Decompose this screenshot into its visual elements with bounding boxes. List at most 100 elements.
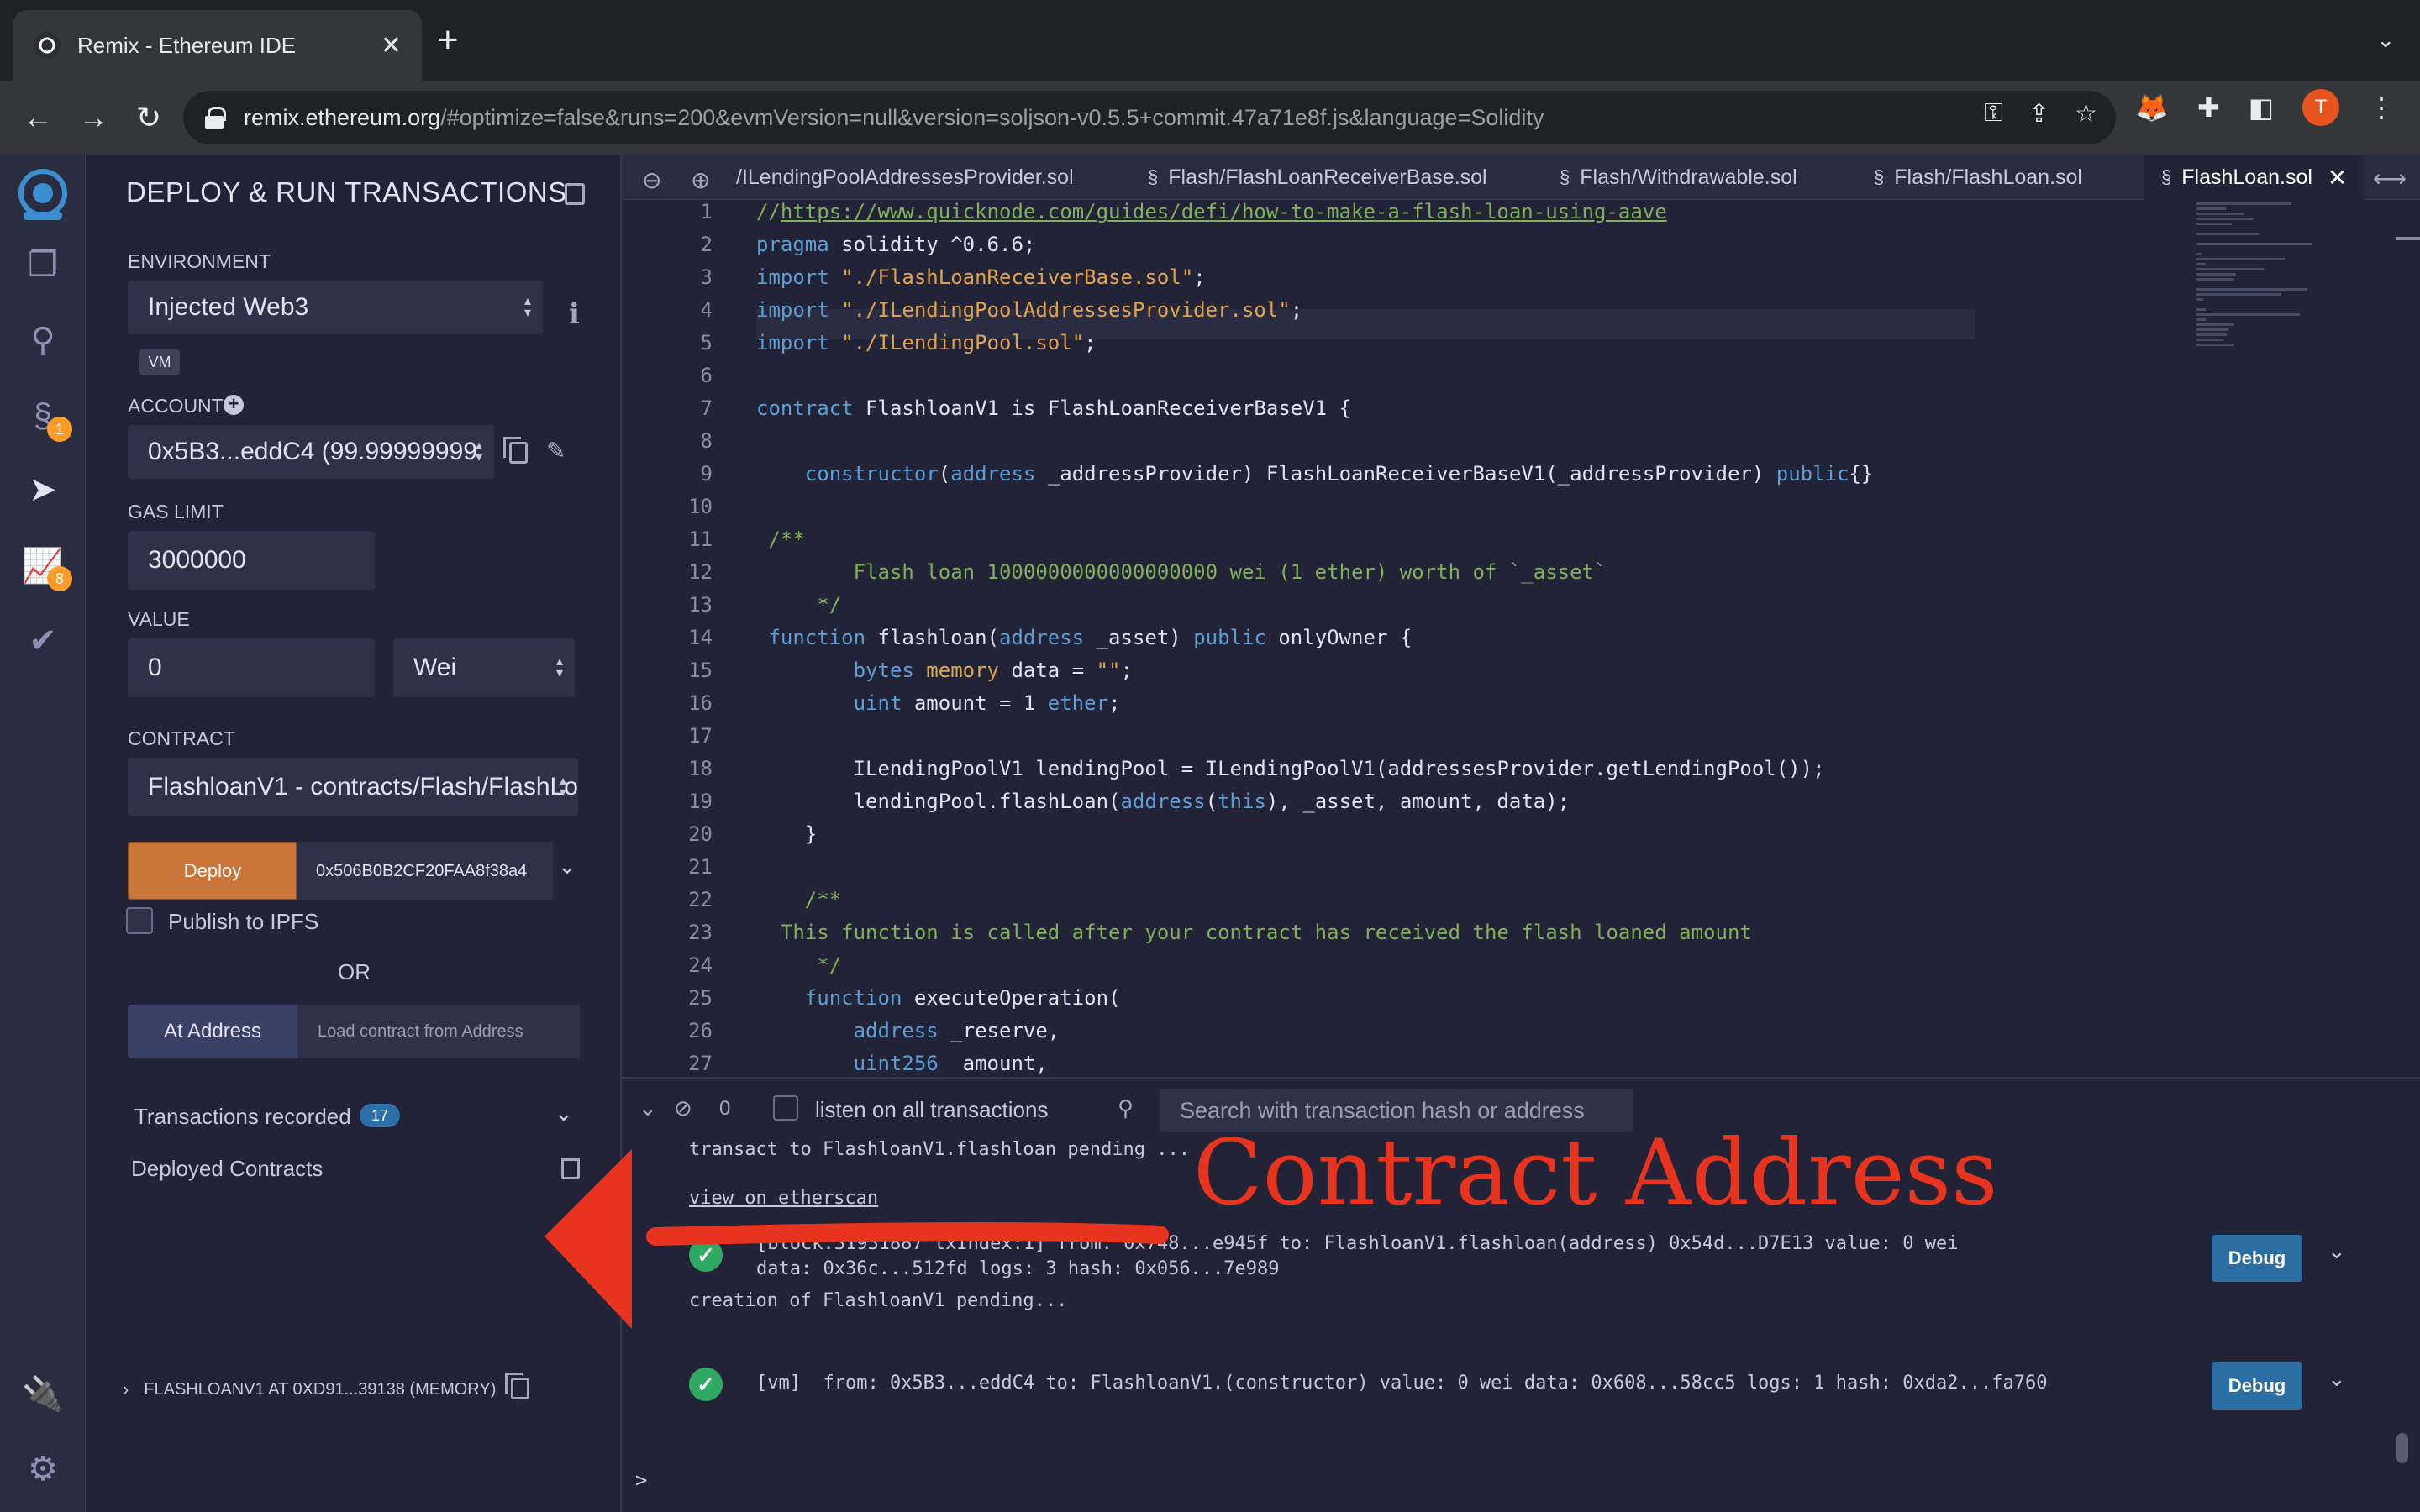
chevron-down-icon[interactable]: ⌄: [558, 853, 576, 879]
omnibox-icons: ⚿ ⇪ ☆: [1984, 99, 2097, 129]
at-address-input[interactable]: Load contract from Address: [297, 1005, 580, 1058]
transactions-recorded-label[interactable]: Transactions recorded: [134, 1104, 351, 1130]
compiler-badge: 1: [47, 417, 72, 442]
deploy-run-icon[interactable]: ➤: [0, 460, 86, 519]
line-number: 7: [700, 396, 713, 420]
key-icon[interactable]: ⚿: [1984, 99, 2003, 129]
address-bar[interactable]: remix.ethereum.org/#optimize=false&runs=…: [183, 91, 2116, 144]
value-unit-select[interactable]: Wei ▴ ▾: [393, 638, 575, 697]
testing-icon[interactable]: ✔: [0, 612, 86, 670]
documentation-icon[interactable]: [565, 183, 585, 205]
clear-console-icon[interactable]: ⊘: [674, 1095, 692, 1121]
minimap-row: [2196, 298, 2203, 301]
solidity-compiler-icon[interactable]: § 1: [0, 386, 86, 445]
gas-limit-input[interactable]: 3000000: [128, 531, 375, 590]
deploy-button[interactable]: Deploy: [128, 842, 297, 900]
forward-icon[interactable]: →: [66, 100, 121, 135]
copy-contract-address-icon[interactable]: [505, 1373, 529, 1399]
deployed-contract-label: FLASHLOANV1 AT 0XD91...39138 (MEMORY): [144, 1379, 497, 1399]
add-account-icon[interactable]: +: [224, 395, 244, 415]
code-line: uint amount = 1 ether;: [853, 691, 1121, 715]
expand-editor-icon[interactable]: ⟷: [2373, 165, 2407, 192]
zoom-in-icon[interactable]: ⊕: [691, 166, 710, 194]
new-tab-icon[interactable]: +: [437, 22, 459, 59]
chevron-down-icon[interactable]: ⌄: [555, 1100, 573, 1126]
code-line: lendingPool.flashLoan(address(this), _as…: [756, 790, 1570, 813]
deploy-params-input[interactable]: 0x506B0B2CF20FAA8f38a4: [297, 842, 553, 900]
tab-withdrawable[interactable]: § Flash/Withdrawable.sol: [1560, 155, 1797, 200]
minimap-row: [2196, 218, 2254, 220]
sidepanel-icon[interactable]: ◧: [2249, 92, 2274, 123]
line-number: 13: [688, 593, 713, 617]
settings-gear-icon[interactable]: ⚙: [0, 1440, 86, 1499]
line-number: 22: [688, 888, 713, 911]
zoom-out-icon[interactable]: ⊖: [642, 166, 661, 194]
terminal-scrollbar[interactable]: [2396, 1433, 2408, 1463]
debug-button[interactable]: Debug: [2212, 1362, 2302, 1410]
code-line: }: [756, 822, 818, 846]
select-caret-icon: ▴ ▾: [523, 294, 531, 320]
minimap-row: [2196, 293, 2281, 296]
success-check-icon: ✓: [689, 1368, 723, 1401]
info-icon[interactable]: i: [569, 297, 580, 331]
analysis-icon[interactable]: 📈 8: [0, 536, 86, 595]
minimap-row: [2196, 308, 2206, 311]
minimap-row: [2196, 318, 2206, 321]
minimap-row: [2196, 202, 2291, 205]
value-input[interactable]: 0: [128, 638, 375, 697]
publish-ipfs-checkbox[interactable]: [126, 907, 153, 934]
profile-avatar[interactable]: T: [2302, 89, 2339, 126]
edit-icon[interactable]: ✎: [546, 437, 566, 465]
tab-flashloanreceiverbase[interactable]: § Flash/FlashLoanReceiverBase.sol: [1148, 155, 1487, 200]
listen-all-checkbox[interactable]: [773, 1095, 798, 1121]
browser-tabbar: Remix - Ethereum IDE ✕ + ⌄: [0, 0, 2420, 81]
line-number: 2: [700, 233, 713, 256]
tab-search-chevron-icon[interactable]: ⌄: [2376, 27, 2395, 53]
line-number: 8: [700, 429, 713, 453]
chevron-right-icon[interactable]: ›: [123, 1378, 129, 1400]
code-line: This function is called after your contr…: [756, 921, 1752, 944]
close-tab-icon[interactable]: ✕: [2328, 164, 2347, 192]
tab-ilendingpooladdressesprovider[interactable]: /ILendingPoolAddressesProvider.sol: [736, 155, 1074, 200]
plugin-manager-icon[interactable]: 🔌: [0, 1364, 86, 1423]
account-label: ACCOUNT: [128, 395, 224, 417]
chevron-down-icon[interactable]: ⌄: [2328, 1238, 2346, 1264]
code-line: */: [756, 593, 842, 617]
account-select[interactable]: 0x5B3...eddC4 (99.99999999 ▴ ▾: [128, 425, 494, 479]
share-icon[interactable]: ⇪: [2028, 99, 2049, 129]
copy-address-icon[interactable]: [503, 437, 528, 464]
minimap-row: [2196, 213, 2244, 215]
environment-select[interactable]: Injected Web3 ▴ ▾: [128, 281, 543, 334]
terminal-prompt[interactable]: >: [635, 1468, 647, 1492]
minimap-row: [2196, 288, 2307, 291]
reload-icon[interactable]: ↻: [121, 100, 176, 135]
star-icon[interactable]: ☆: [2075, 99, 2097, 129]
menu-dots-icon[interactable]: ⋮: [2368, 92, 2395, 123]
metamask-fox-icon[interactable]: 🦊: [2135, 92, 2169, 123]
at-address-button[interactable]: At Address: [128, 1005, 297, 1058]
remix-logo-icon[interactable]: [7, 161, 79, 228]
tab-close-icon[interactable]: ✕: [381, 31, 402, 60]
contract-select[interactable]: FlashloanV1 - contracts/Flash/FlashLoan.…: [128, 758, 578, 816]
search-icon[interactable]: ⚲: [0, 311, 86, 370]
value-label: VALUE: [128, 608, 190, 630]
chevron-down-icon[interactable]: ⌄: [2328, 1366, 2346, 1392]
collapse-terminal-icon[interactable]: ⌄: [639, 1095, 657, 1121]
gas-limit-label: GAS LIMIT: [128, 501, 224, 522]
line-number: 12: [688, 560, 713, 584]
puzzle-icon[interactable]: ✚: [2197, 92, 2220, 123]
remix-favicon-icon: [34, 32, 60, 59]
code-line: ILendingPoolV1 lendingPool = ILendingPoo…: [756, 757, 1825, 780]
minimap[interactable]: [2196, 200, 2323, 385]
browser-tab[interactable]: Remix - Ethereum IDE ✕: [13, 10, 422, 81]
line-number: 10: [688, 495, 713, 518]
file-explorer-icon[interactable]: ❐: [0, 235, 86, 294]
line-number: 20: [688, 822, 713, 846]
icon-rail: ❐ ⚲ § 1 ➤ 📈 8 ✔ 🔌 ⚙: [0, 155, 86, 1512]
debug-button[interactable]: Debug: [2212, 1235, 2302, 1282]
code-editor[interactable]: 1 2 3 4 5 6 7 8 9 10 11 12 13 14 15 16 17 18 19 20 21 22 23 24 2…: [622, 200, 2420, 1074]
tab-flash-flashloan[interactable]: § Flash/FlashLoan.sol: [1874, 155, 2082, 200]
tab-flashloan-active[interactable]: § FlashLoan.sol ✕: [2144, 155, 2365, 200]
back-icon[interactable]: ←: [10, 100, 66, 135]
tab-label: FlashLoan.sol: [2181, 165, 2312, 189]
